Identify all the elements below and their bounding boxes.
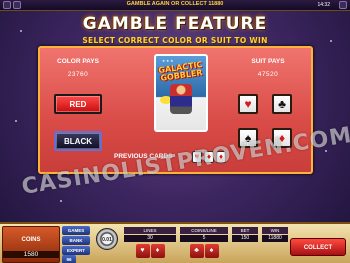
bet-value: 150 — [232, 235, 258, 242]
star — [60, 200, 62, 202]
heart-icon: ♥ — [244, 97, 252, 111]
control-bar: COINS 1580 GAMES BANK EXPERT 96 0.01 LIN… — [0, 222, 350, 263]
lines-heart-button[interactable]: ♥ — [135, 244, 150, 258]
win-value: 11880 — [262, 235, 288, 242]
card-tagline-icon: ★ ★ ★ — [162, 59, 174, 63]
coins-club-button[interactable]: ♣ — [189, 244, 204, 258]
coins-per-line-value: 5 — [180, 235, 228, 242]
coins-per-line-label: COINS/LINE — [180, 227, 228, 234]
collect-button[interactable]: COLLECT — [290, 238, 346, 256]
club-icon: ♣ — [278, 97, 286, 111]
coins-per-line-box: COINS/LINE 5 ♣ ♠ — [180, 227, 228, 261]
bank-button[interactable]: BANK — [62, 236, 90, 245]
card-title: GALACTIC GOBBLER — [157, 60, 204, 83]
coins-spade-button[interactable]: ♠ — [204, 244, 219, 258]
suit-pays-label: SUIT PAYS — [251, 58, 285, 65]
coins-value: 1580 — [3, 251, 59, 258]
lines-label: LINES — [124, 227, 176, 234]
clock: 14:32 — [317, 2, 330, 8]
color-pays-value: 23760 — [67, 71, 89, 78]
win-label: WIN — [262, 227, 288, 234]
lines-box: LINES 30 ♥ ♦ — [124, 227, 176, 261]
coin-size-chip[interactable]: 0.01 — [96, 228, 118, 250]
red-button[interactable]: RED — [54, 94, 102, 114]
page-subtitle: SELECT CORRECT COLOR OR SUIT TO WIN — [82, 36, 268, 45]
black-button[interactable]: BLACK — [54, 131, 102, 151]
lines-value: 30 — [124, 235, 176, 242]
hearts-button[interactable]: ♥ — [238, 94, 258, 114]
hero-figure-icon — [170, 84, 192, 114]
coins-panel: COINS 1580 — [2, 226, 60, 263]
star — [15, 120, 17, 122]
page-title: GAMBLE FEATURE — [82, 14, 268, 34]
close-icon[interactable] — [339, 1, 347, 9]
top-bar: GAMBLE AGAIN OR COLLECT 11880 14:32 — [0, 0, 350, 11]
games-button[interactable]: GAMES — [62, 226, 90, 235]
win-box: WIN 11880 — [262, 227, 288, 261]
coins-label: COINS — [21, 237, 41, 243]
rtp-badge: 96 — [62, 255, 76, 263]
clubs-button[interactable]: ♣ — [272, 94, 292, 114]
expert-button[interactable]: EXPERT — [62, 246, 90, 255]
bet-label: BET — [232, 227, 258, 234]
lines-diamond-button[interactable]: ♦ — [150, 244, 165, 258]
face-down-card: ★ ★ ★ GALACTIC GOBBLER — [154, 54, 208, 132]
bet-box: BET 150 — [232, 227, 258, 261]
status-message: GAMBLE AGAIN OR COLLECT 11880 — [126, 1, 224, 7]
color-pays-label: COLOR PAYS — [57, 58, 99, 65]
suit-pays-value: 47520 — [257, 71, 279, 78]
